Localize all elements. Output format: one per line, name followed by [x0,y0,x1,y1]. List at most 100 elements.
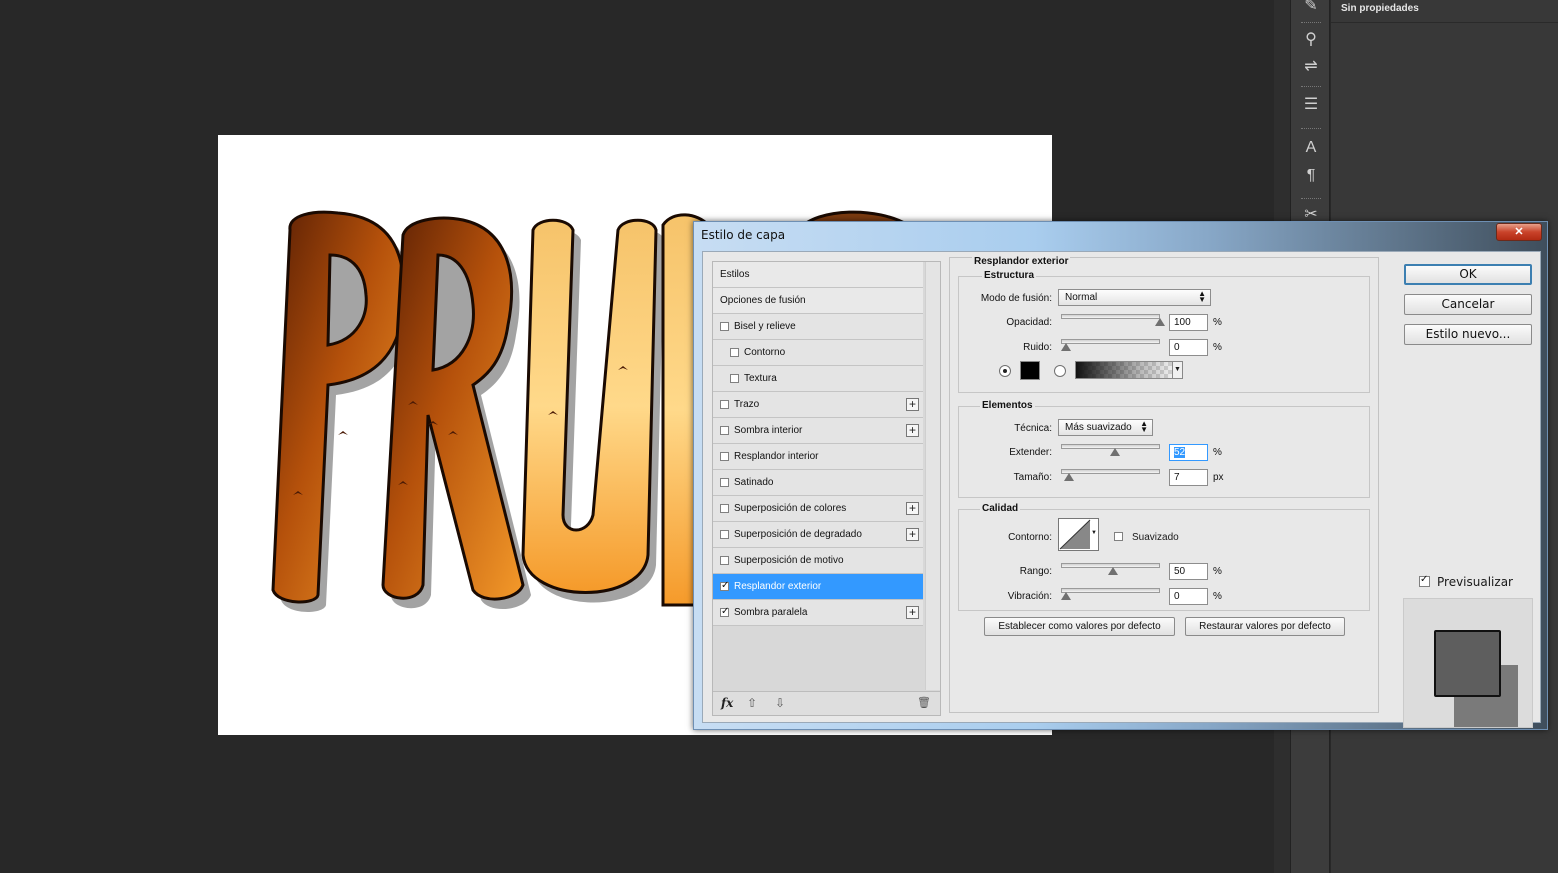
panel-title: Resplandor exterior [972,256,1071,267]
gradient-picker[interactable]: ▼ [1075,361,1183,379]
style-list-item[interactable]: Contorno [713,340,923,366]
brush-preset-icon[interactable]: ✎ [1299,0,1323,18]
cancel-button[interactable]: Cancelar [1404,294,1532,315]
style-checkbox[interactable] [720,452,729,461]
trash-icon[interactable]: 🗑 [917,696,931,709]
style-checkbox[interactable] [720,556,729,565]
style-list-label: Trazo [734,399,760,410]
opacity-slider-thumb[interactable] [1155,318,1165,326]
style-list-label: Opciones de fusión [720,295,806,306]
clone-source-icon[interactable]: ⚲ [1299,28,1323,52]
style-checkbox[interactable] [720,400,729,409]
preview-label: Previsualizar [1437,575,1513,589]
antialias-checkbox[interactable] [1114,532,1123,541]
contour-curve-icon [1059,519,1091,550]
style-list-item[interactable]: Sombra paralela + [713,600,923,626]
blend-mode-value: Normal [1065,292,1098,303]
fx-icon[interactable]: fx [721,696,733,710]
style-list-item[interactable]: Resplandor exterior [713,574,923,600]
style-checkbox[interactable] [720,426,729,435]
ok-button[interactable]: OK [1404,264,1532,285]
properties-title: Sin propiedades [1341,3,1419,14]
size-slider-thumb[interactable] [1063,473,1074,481]
style-checkbox[interactable] [720,478,729,487]
spread-input[interactable]: 52 [1169,444,1208,461]
style-checkbox[interactable] [730,348,739,357]
size-input[interactable]: 7 [1169,469,1208,486]
spread-value: 52 [1174,447,1186,458]
elementos-title: Elementos [980,400,1035,411]
style-preview [1403,598,1533,728]
style-list-item[interactable]: Superposición de motivo [713,548,923,574]
style-checkbox[interactable] [730,374,739,383]
size-slider[interactable] [1061,469,1160,474]
jitter-slider-thumb[interactable] [1061,592,1071,600]
size-unit: px [1213,472,1224,483]
style-list-item[interactable]: Estilos [713,262,923,288]
blend-mode-select[interactable]: Normal ▲ ▼ [1058,289,1211,306]
style-checkbox[interactable] [720,504,729,513]
select-arrows-icon: ▲ ▼ [1198,289,1206,304]
adjustments-icon[interactable]: ⇌ [1299,55,1323,79]
jitter-slider[interactable] [1061,588,1160,593]
paragraph-icon[interactable]: ¶ [1299,164,1323,188]
technique-select[interactable]: Más suavizado ▲ ▼ [1058,419,1153,436]
add-effect-plus-icon[interactable]: + [906,424,919,437]
style-list-label: Resplandor exterior [734,581,822,592]
new-style-button[interactable]: Estilo nuevo... [1404,324,1532,345]
opacity-input[interactable]: 100 [1169,314,1208,331]
style-list-item[interactable]: Satinado [713,470,923,496]
letter-u [521,218,658,594]
style-list-item[interactable]: Trazo + [713,392,923,418]
chevron-down-icon[interactable]: ▼ [1172,362,1182,378]
style-checkbox[interactable] [720,606,729,617]
noise-input[interactable]: 0 [1169,339,1208,356]
opacity-label: Opacidad: [1006,317,1052,328]
preview-swatch [1434,630,1501,697]
style-list-item[interactable]: Superposición de colores + [713,496,923,522]
range-slider-thumb[interactable] [1108,567,1118,575]
style-checkbox[interactable] [720,580,729,591]
style-list-item[interactable]: Sombra interior + [713,418,923,444]
add-effect-plus-icon[interactable]: + [906,606,919,619]
make-default-button[interactable]: Establecer como valores por defecto [984,617,1175,636]
style-list-item[interactable]: Textura [713,366,923,392]
list-scrollbar[interactable] [925,262,940,690]
layer-comps-icon[interactable]: ☰ [1299,93,1323,117]
glow-color-swatch[interactable] [1020,361,1040,380]
noise-unit: % [1213,342,1222,353]
jitter-input[interactable]: 0 [1169,588,1208,605]
style-checkbox[interactable] [720,530,729,539]
character-icon[interactable]: A [1299,136,1323,160]
style-list-item[interactable]: Opciones de fusión [713,288,923,314]
contour-picker[interactable]: ▼ [1058,518,1099,551]
grip-handle[interactable] [1301,86,1321,89]
chevron-down-icon[interactable]: ▼ [1091,530,1097,536]
move-down-icon[interactable]: ⇩ [775,696,785,710]
reset-default-button[interactable]: Restaurar valores por defecto [1185,617,1345,636]
opacity-unit: % [1213,317,1222,328]
add-effect-plus-icon[interactable]: + [906,398,919,411]
grip-handle[interactable] [1301,128,1321,131]
blend-mode-label: Modo de fusión: [980,293,1052,304]
grip-handle[interactable] [1301,22,1321,25]
range-input[interactable]: 50 [1169,563,1208,580]
noise-slider-thumb[interactable] [1061,343,1071,351]
style-list-item[interactable]: Resplandor interior [713,444,923,470]
style-list-label: Sombra interior [734,425,803,436]
close-button[interactable]: ✕ [1496,223,1542,241]
style-list-item[interactable]: Superposición de degradado + [713,522,923,548]
gradient-radio[interactable] [1054,365,1066,377]
style-list-label: Sombra paralela [734,607,808,618]
preview-checkbox[interactable] [1419,574,1430,587]
move-up-icon[interactable]: ⇧ [747,696,757,710]
add-effect-plus-icon[interactable]: + [906,502,919,515]
add-effect-plus-icon[interactable]: + [906,528,919,541]
style-list-item[interactable]: Bisel y relieve [713,314,923,340]
grip-handle[interactable] [1301,198,1321,201]
solid-color-radio[interactable] [999,365,1011,377]
style-checkbox[interactable] [720,322,729,331]
noise-slider[interactable] [1061,339,1160,344]
opacity-slider[interactable] [1061,314,1160,319]
spread-slider-thumb[interactable] [1109,448,1120,456]
